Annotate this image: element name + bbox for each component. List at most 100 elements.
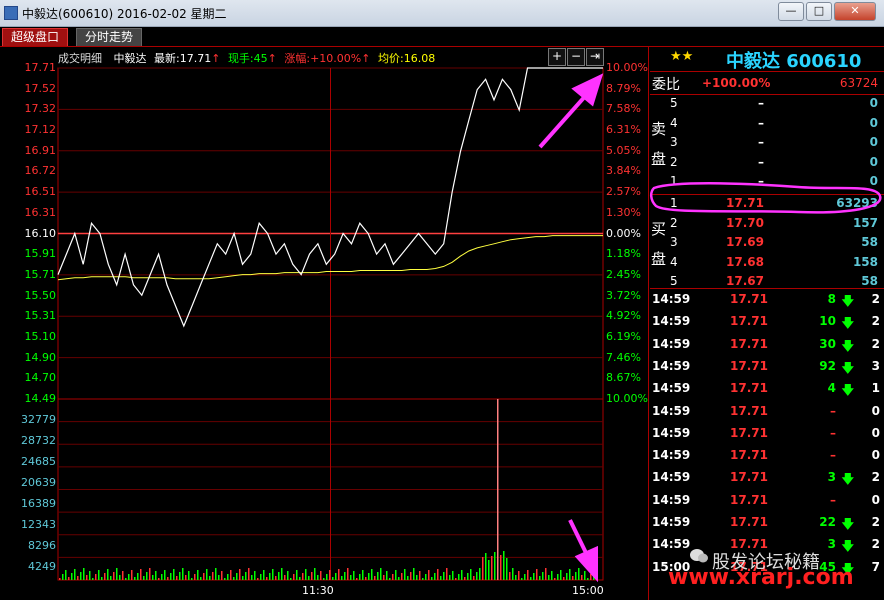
price-axis-label: 17.52 bbox=[24, 81, 57, 95]
order-volume: 58 bbox=[861, 274, 878, 289]
volume-bar bbox=[488, 560, 490, 580]
maximize-button[interactable]: □ bbox=[806, 2, 832, 21]
volume-bar bbox=[98, 570, 100, 580]
detail-label[interactable]: 成交明细 bbox=[58, 52, 102, 65]
volume-bar bbox=[95, 574, 97, 580]
tick-price: 17.71 bbox=[730, 336, 768, 351]
volume-bar bbox=[227, 574, 229, 580]
window-titlebar[interactable]: 中毅达(600610) 2016-02-02 星期二 — □ ✕ bbox=[0, 0, 884, 27]
tick-count: 2 bbox=[871, 336, 880, 351]
price-axis-label: 15.10 bbox=[24, 329, 57, 343]
volume-bar bbox=[467, 573, 469, 580]
volume-bar bbox=[320, 571, 322, 580]
tick-time: 14:59 bbox=[652, 537, 691, 552]
volume-bar bbox=[350, 575, 352, 580]
volume-bar bbox=[494, 552, 496, 580]
buy-label: 盘 bbox=[651, 250, 667, 268]
tick-volume: 30 bbox=[819, 336, 836, 351]
tick-volume: 22 bbox=[819, 515, 836, 529]
volume-bar bbox=[296, 570, 298, 580]
volume-bar bbox=[152, 575, 154, 580]
tick-row: 14:59 17.71 8 🡇 2 bbox=[650, 288, 884, 310]
weibi-pct: +100.00% bbox=[702, 76, 771, 90]
volume-bar bbox=[506, 558, 508, 580]
volume-bar bbox=[509, 572, 511, 580]
expand-button[interactable]: ⇥ bbox=[586, 48, 604, 66]
order-price: – bbox=[758, 154, 764, 169]
pct-axis-label: 1.18% bbox=[606, 247, 641, 261]
volume-bar bbox=[248, 568, 250, 580]
app-icon bbox=[4, 6, 18, 20]
volume-bar bbox=[110, 576, 112, 580]
volume-bar bbox=[146, 572, 148, 580]
volume-bar bbox=[158, 578, 160, 580]
pct-axis-label: 6.31% bbox=[606, 123, 641, 137]
intraday-chart[interactable] bbox=[0, 47, 648, 600]
volume-bar bbox=[113, 572, 115, 580]
order-level: 2 bbox=[670, 154, 678, 169]
volume-bar bbox=[437, 569, 439, 580]
tick-volume: – bbox=[830, 425, 836, 440]
volume-bar bbox=[182, 568, 184, 580]
tick-row: 14:59 17.71 4 🡇 1 bbox=[650, 377, 884, 399]
zoom-out-button[interactable]: − bbox=[567, 48, 585, 66]
divider bbox=[650, 94, 884, 95]
volume-bar bbox=[416, 575, 418, 580]
close-button[interactable]: ✕ bbox=[834, 2, 876, 21]
volume-bar bbox=[329, 570, 331, 580]
volume-bar bbox=[353, 571, 355, 580]
minimize-button[interactable]: — bbox=[778, 2, 804, 21]
tick-volume: 4 bbox=[827, 381, 836, 396]
volume-bar bbox=[200, 577, 202, 580]
volume-bar bbox=[281, 568, 283, 580]
volume-bar bbox=[512, 568, 514, 580]
volume-bar bbox=[89, 571, 91, 580]
tick-time: 14:59 bbox=[652, 515, 691, 529]
order-level: 3 bbox=[670, 235, 678, 250]
price-axis-label: 15.71 bbox=[24, 267, 57, 281]
volume-bar bbox=[245, 572, 247, 580]
volume-bar bbox=[539, 576, 541, 580]
order-level: 3 bbox=[670, 135, 678, 150]
pct-axis-label: 1.30% bbox=[606, 205, 641, 219]
volume-bar bbox=[101, 577, 103, 580]
volume-bar bbox=[299, 577, 301, 580]
tick-row: 14:59 17.71 92 🡇 3 bbox=[650, 355, 884, 377]
tick-volume: 10 bbox=[819, 314, 836, 329]
volume-bar bbox=[269, 573, 271, 580]
volume-bar bbox=[263, 570, 265, 580]
volume-bar bbox=[287, 571, 289, 580]
volume-bar bbox=[584, 571, 586, 580]
divider bbox=[650, 71, 884, 72]
volume-bar bbox=[119, 575, 121, 580]
volume-bar bbox=[176, 576, 178, 580]
price-axis-label: 17.32 bbox=[24, 102, 57, 116]
tick-count: 0 bbox=[871, 403, 880, 418]
volume-bar bbox=[401, 573, 403, 580]
annotation-arrow-top bbox=[538, 73, 604, 149]
tab-time-trend[interactable]: 分时走势 bbox=[76, 28, 143, 47]
volume-bar bbox=[461, 570, 463, 580]
order-price: 17.69 bbox=[726, 235, 764, 250]
tick-row: 14:59 17.71 – 0 bbox=[650, 489, 884, 511]
volume-bar bbox=[554, 578, 556, 580]
volume-bar bbox=[221, 571, 223, 580]
volume-bar bbox=[77, 576, 79, 580]
volume-bar bbox=[254, 571, 256, 580]
volume-bar bbox=[209, 576, 211, 580]
stock-name: 中毅达 bbox=[113, 52, 147, 65]
volume-bar bbox=[290, 578, 292, 580]
volume-bar bbox=[68, 577, 70, 580]
price-axis-label: 14.49 bbox=[24, 392, 57, 405]
volume-bar bbox=[71, 573, 73, 580]
weibi-value: 63724 bbox=[839, 76, 878, 90]
volume-bar bbox=[518, 571, 520, 580]
current-volume: 45 bbox=[253, 52, 268, 65]
stock-title: 中毅达 600610 bbox=[726, 51, 862, 72]
price-axis-label: 16.10 bbox=[24, 226, 57, 240]
zoom-in-button[interactable]: + bbox=[548, 48, 566, 66]
tick-time: 14:59 bbox=[652, 336, 691, 351]
tab-super-quote[interactable]: 超级盘口 bbox=[2, 28, 69, 47]
volume-bar bbox=[542, 572, 544, 580]
volume-bar bbox=[161, 574, 163, 580]
